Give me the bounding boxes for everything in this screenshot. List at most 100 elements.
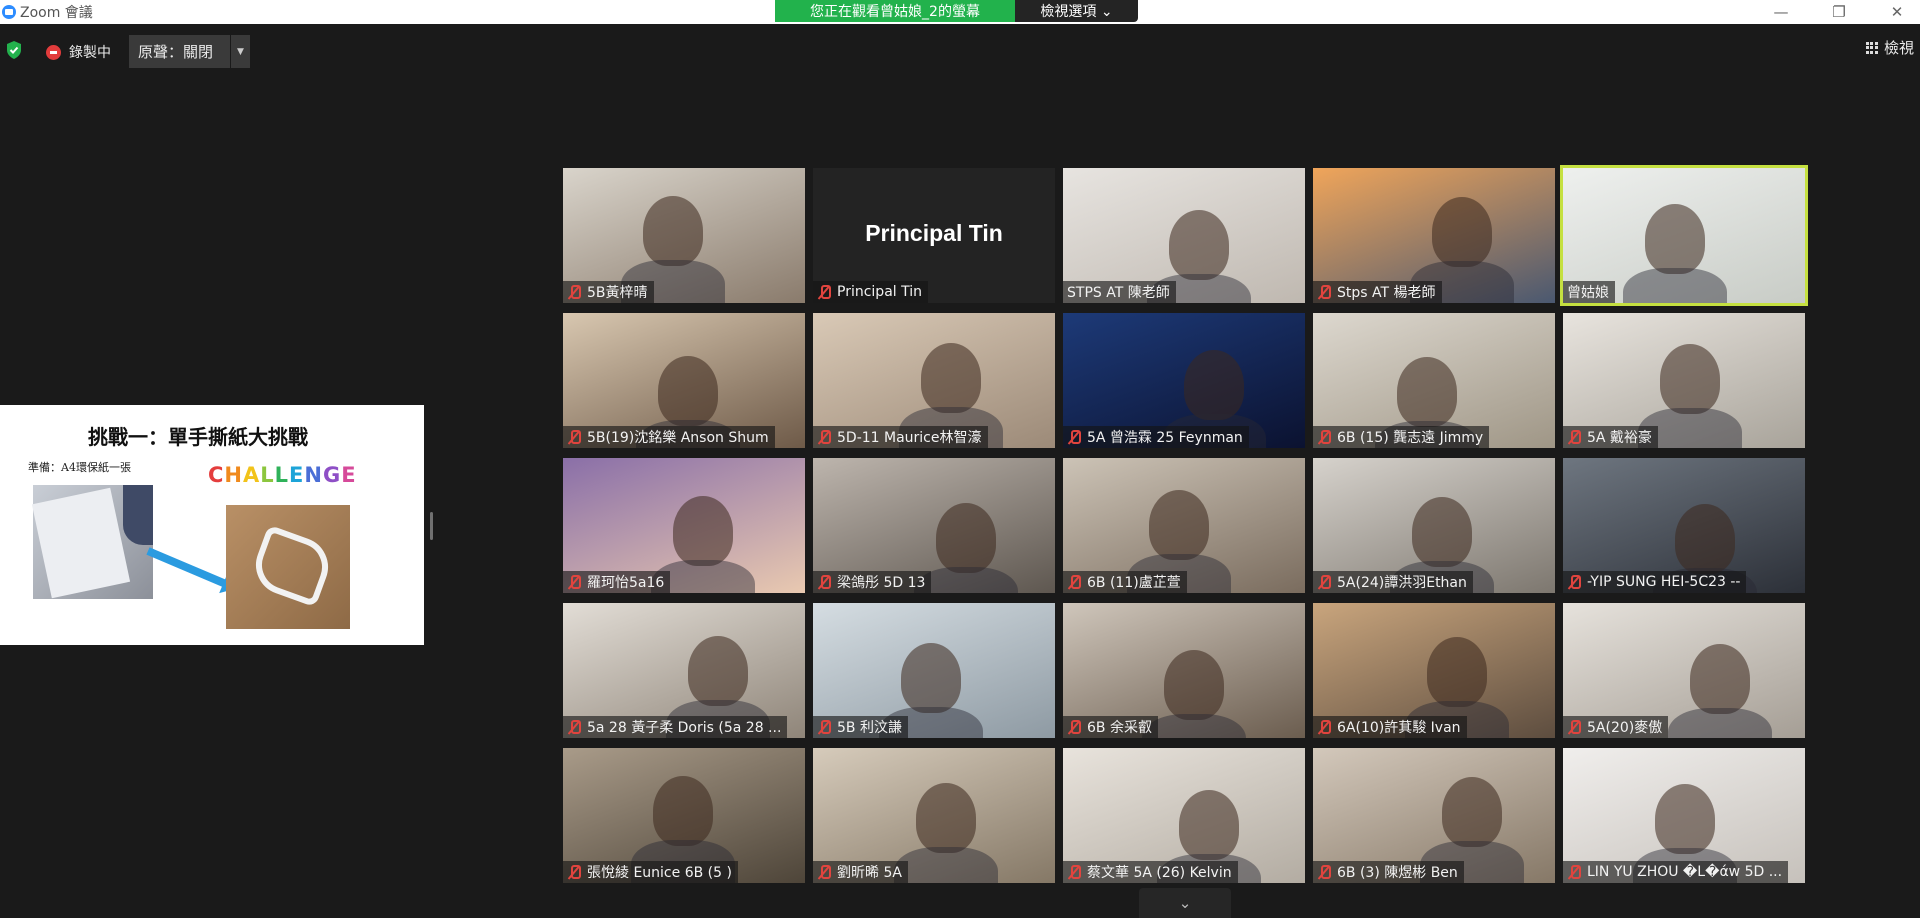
participant-tile[interactable]: 5B黃梓晴	[563, 168, 805, 303]
participant-name: 曾姑娘	[1567, 285, 1609, 301]
participant-tile[interactable]: 梁鴿彤 5D 13	[813, 458, 1055, 593]
participant-name-label: Principal Tin	[813, 281, 928, 303]
participant-name: LIN YU ZHOU �L�άw 5D ...	[1587, 864, 1783, 880]
mic-muted-icon	[1317, 720, 1331, 734]
original-sound-control[interactable]: 原聲：關閉 ▼	[129, 35, 250, 68]
recording-label: 錄製中	[69, 45, 111, 61]
slide-prep-text: 準備：A4環保紙一張	[28, 461, 131, 474]
participant-name-label: 張悅綾 Eunice 6B (5 )	[563, 861, 738, 883]
chevron-down-icon: ⌄	[1178, 894, 1192, 912]
mic-muted-icon	[817, 285, 831, 299]
participant-tile[interactable]: 蔡文華 5A (26) Kelvin	[1063, 748, 1305, 883]
participant-tile[interactable]: 張悅綾 Eunice 6B (5 )	[563, 748, 805, 883]
participant-tile[interactable]: 羅珂怡5a16	[563, 458, 805, 593]
participant-video-face	[1397, 357, 1457, 427]
participant-name-label: 5A(20)麥傲	[1563, 716, 1669, 738]
participant-name-label: Stps AT 楊老師	[1313, 281, 1442, 303]
participant-video-face	[673, 496, 733, 566]
security-shield-icon[interactable]	[6, 41, 22, 59]
participant-video-face	[1432, 197, 1492, 267]
viewing-screen-label: 您正在觀看曾姑娘_2的螢幕	[775, 0, 1015, 22]
participant-video-face	[1660, 344, 1720, 414]
slide-title: 挑戰一：單手撕紙大挑戰	[88, 425, 308, 449]
participant-video-face	[1149, 490, 1209, 560]
participant-video-face	[1169, 210, 1229, 280]
participant-tile[interactable]: 6A(10)許萁駿 Ivan	[1313, 603, 1555, 738]
participant-tile[interactable]: 5D-11 Maurice林智濠	[813, 313, 1055, 448]
mic-muted-icon	[1317, 865, 1331, 879]
minimize-button[interactable]: —	[1758, 0, 1804, 24]
participant-name-label: 6A(10)許萁駿 Ivan	[1313, 716, 1467, 738]
participant-video-body	[1623, 268, 1727, 303]
participant-name: 6B (3) 陳煜彬 Ben	[1337, 865, 1458, 881]
participant-tile[interactable]: Stps AT 楊老師	[1313, 168, 1555, 303]
torn-paper-photo	[226, 505, 350, 629]
participant-tile[interactable]: -YIP SUNG HEI-5C23 --	[1563, 458, 1805, 593]
paper-photo	[33, 485, 153, 599]
mic-muted-icon	[1317, 575, 1331, 589]
participant-tile[interactable]: 5A 曾浩霖 25 Feynman	[1063, 313, 1305, 448]
participant-video-face	[1655, 784, 1715, 854]
participant-name-label: LIN YU ZHOU �L�άw 5D ...	[1563, 861, 1789, 883]
participant-video-body	[894, 847, 998, 883]
panel-resize-handle[interactable]	[430, 512, 433, 540]
mic-muted-icon	[1067, 430, 1081, 444]
participant-tile[interactable]: 5a 28 黃子柔 Doris (5a 28 ...	[563, 603, 805, 738]
participant-name: -YIP SUNG HEI-5C23 --	[1587, 574, 1741, 590]
mic-muted-icon	[567, 430, 581, 444]
mic-muted-icon	[567, 720, 581, 734]
participant-tile[interactable]: LIN YU ZHOU �L�άw 5D ...	[1563, 748, 1805, 883]
participant-video-face	[1427, 637, 1487, 707]
participant-tile[interactable]: 5A(24)譚洪羽Ethan	[1313, 458, 1555, 593]
mic-muted-icon	[1567, 865, 1581, 879]
participant-tile[interactable]: 5A 戴裕豪	[1563, 313, 1805, 448]
participant-name: 5a 28 黃子柔 Doris (5a 28 ...	[587, 720, 782, 736]
participant-video-face	[1442, 777, 1502, 847]
participant-name: 5A(24)譚洪羽Ethan	[1337, 575, 1467, 591]
participant-name: 5A(20)麥傲	[1587, 720, 1663, 736]
participant-tile[interactable]: 6B (15) 龔志遠 Jimmy	[1313, 313, 1555, 448]
participant-name: 6A(10)許萁駿 Ivan	[1337, 720, 1461, 736]
participant-tile[interactable]: Principal Tin Principal Tin	[813, 168, 1055, 303]
participant-video-face	[653, 776, 713, 846]
participant-video-face	[921, 343, 981, 413]
restore-button[interactable]: ❐	[1816, 0, 1862, 24]
participant-video-face	[916, 783, 976, 853]
original-sound-dropdown[interactable]: ▼	[230, 35, 250, 68]
participant-tile[interactable]: 曾姑娘	[1560, 165, 1808, 306]
participant-tile[interactable]: 劉昕晞 5A	[813, 748, 1055, 883]
mic-muted-icon	[817, 720, 831, 734]
participant-tile[interactable]: 5A(20)麥傲	[1563, 603, 1805, 738]
participant-display-name: Principal Tin	[865, 220, 1003, 246]
window-title: Zoom 會議	[20, 5, 93, 21]
view-button[interactable]: 檢視	[1865, 37, 1914, 58]
participant-tile[interactable]: STPS AT 陳老師	[1063, 168, 1305, 303]
participant-name-label: 5B 利汶謙	[813, 716, 908, 738]
mic-muted-icon	[567, 575, 581, 589]
participant-video-face	[1645, 204, 1705, 274]
view-options-button[interactable]: 檢視選項 ⌄	[1015, 0, 1138, 22]
participant-name: 蔡文華 5A (26) Kelvin	[1087, 865, 1232, 881]
participant-video-face	[1179, 790, 1239, 860]
participant-tile[interactable]: 6B (11)盧芷萱	[1063, 458, 1305, 593]
participant-video-face	[658, 356, 718, 426]
mic-muted-icon	[1067, 865, 1081, 879]
close-button[interactable]: ✕	[1874, 0, 1920, 24]
participant-name-label: 5A 戴裕豪	[1563, 426, 1658, 448]
recording-indicator[interactable]: 錄製中	[46, 42, 111, 62]
participant-name-label: 5A 曾浩霖 25 Feynman	[1063, 426, 1249, 448]
participant-tile[interactable]: 6B 余采叡	[1063, 603, 1305, 738]
participant-tile[interactable]: 6B (3) 陳煜彬 Ben	[1313, 748, 1555, 883]
shared-screen[interactable]: 挑戰一：單手撕紙大挑戰 準備：A4環保紙一張 CHALLENGE	[0, 405, 424, 645]
participant-tile[interactable]: 5B 利汶謙	[813, 603, 1055, 738]
participant-tile[interactable]: 5B(19)沈銘樂 Anson Shum	[563, 313, 805, 448]
participant-name: 張悅綾 Eunice 6B (5 )	[587, 865, 732, 881]
original-sound-button[interactable]: 原聲：關閉	[129, 41, 230, 62]
show-toolbar-toggle[interactable]: ⌄	[1139, 888, 1231, 918]
participant-name-label: 6B (3) 陳煜彬 Ben	[1313, 861, 1464, 883]
participant-name: 6B 余采叡	[1087, 720, 1152, 736]
participant-name: 梁鴿彤 5D 13	[837, 575, 926, 591]
participant-name-label: 梁鴿彤 5D 13	[813, 571, 932, 593]
participant-name: 5D-11 Maurice林智濠	[837, 430, 982, 446]
mic-muted-icon	[1067, 720, 1081, 734]
